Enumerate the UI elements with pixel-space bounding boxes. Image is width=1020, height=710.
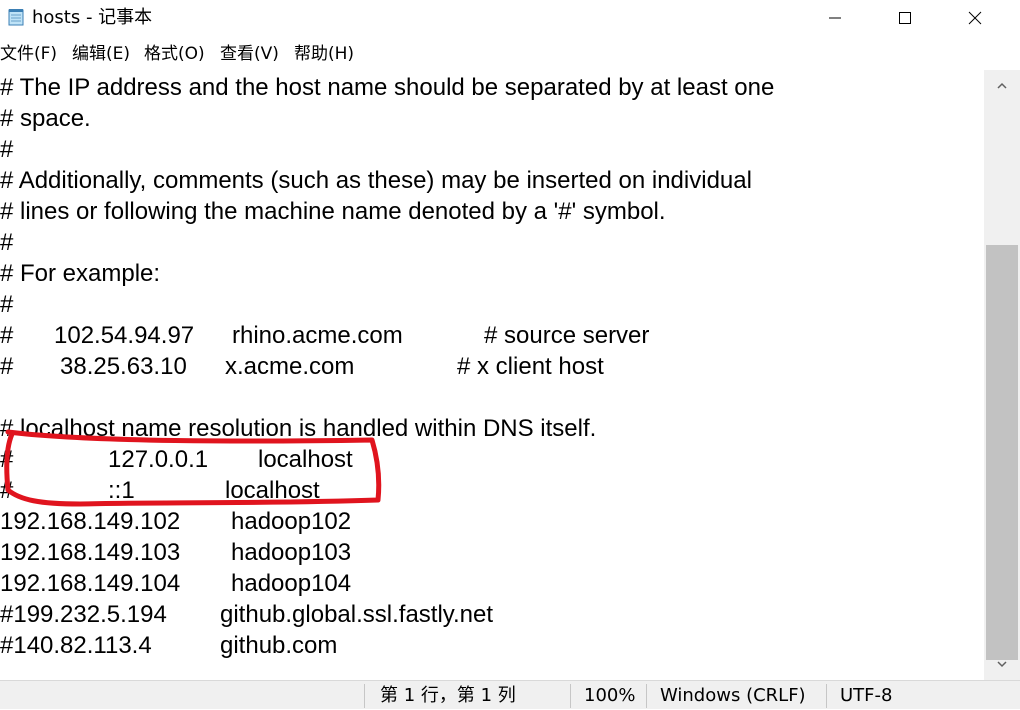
menu-format[interactable]: 格式(O) (144, 40, 205, 68)
editor-line: # The IP address and the host name shoul… (0, 72, 774, 103)
editor-line: # 38.25.63.10 x.acme.com # x client host (0, 351, 604, 382)
chevron-down-icon (997, 661, 1007, 668)
chevron-up-icon (997, 82, 1007, 89)
vertical-scrollbar[interactable] (984, 70, 1020, 680)
editor-line: # lines or following the machine name de… (0, 196, 666, 227)
line-text: hadoop104 (231, 570, 352, 597)
scroll-up-button[interactable] (984, 70, 1020, 102)
menu-help[interactable]: 帮助(H) (294, 40, 354, 68)
line-text: # Additionally, comments (such as these)… (0, 167, 752, 194)
window-title: hosts - 记事本 (32, 7, 153, 28)
line-text: hadoop103 (231, 539, 352, 566)
status-divider (364, 684, 365, 708)
scroll-thumb[interactable] (986, 245, 1018, 660)
status-bar: 第 1 行，第 1 列 100% Windows (CRLF) UTF-8 (0, 680, 1020, 709)
line-text: 102.54.94.97 (54, 322, 195, 349)
line-text: # (0, 322, 14, 349)
line-text: #140.82.113.4 (0, 632, 152, 659)
line-text: # The IP address and the host name shoul… (0, 74, 775, 101)
annotation-highlight (4, 429, 382, 507)
status-divider (826, 684, 827, 708)
menu-view[interactable]: 查看(V) (220, 40, 279, 68)
zoom-level: 100% (584, 685, 636, 706)
editor-line: # space. (0, 103, 91, 134)
encoding: UTF-8 (840, 685, 893, 706)
scroll-down-button[interactable] (984, 648, 1020, 680)
menu-file[interactable]: 文件(F) (0, 40, 57, 68)
editor-line: # (0, 227, 27, 258)
line-text: 192.168.149.104 (0, 570, 181, 597)
line-text: # For example: (0, 260, 161, 287)
line-text: github.global.ssl.fastly.net (220, 601, 494, 628)
text-editor[interactable]: # The IP address and the host name shoul… (0, 70, 984, 680)
line-text: github.com (220, 632, 338, 659)
editor-line: # For example: (0, 258, 160, 289)
editor-line: #199.232.5.194 github.global.ssl.fastly.… (0, 599, 493, 630)
line-text: 192.168.149.103 (0, 539, 181, 566)
line-text: 38.25.63.10 (60, 353, 187, 380)
maximize-button[interactable] (870, 0, 940, 36)
cursor-position: 第 1 行，第 1 列 (380, 685, 516, 706)
editor-line: # Additionally, comments (such as these)… (0, 165, 752, 196)
status-divider (570, 684, 571, 708)
close-button[interactable] (940, 0, 1010, 36)
notepad-icon (8, 9, 24, 26)
editor-line: # 102.54.94.97 rhino.acme.com # source s… (0, 320, 649, 351)
maximize-icon (899, 12, 911, 24)
editor-line: # (0, 134, 27, 165)
status-divider (646, 684, 647, 708)
menu-edit[interactable]: 编辑(E) (72, 40, 130, 68)
editor-line: # (0, 289, 27, 320)
line-text: # x client host (457, 353, 604, 380)
line-text: # space. (0, 105, 91, 132)
line-text: # (0, 136, 14, 163)
editor-line: 192.168.149.104 hadoop104 (0, 568, 351, 599)
minimize-button[interactable] (800, 0, 870, 36)
minimize-icon (829, 17, 841, 19)
editor-line: #140.82.113.4 github.com (0, 630, 337, 661)
line-text: # source server (484, 322, 650, 349)
line-text: # (0, 353, 14, 380)
line-text: # (0, 291, 14, 318)
line-ending: Windows (CRLF) (660, 685, 806, 706)
close-icon (968, 11, 982, 25)
title-bar: hosts - 记事本 (0, 0, 1020, 36)
menu-bar: 文件(F) 编辑(E) 格式(O) 查看(V) 帮助(H) (0, 40, 1020, 68)
line-text: # lines or following the machine name de… (0, 198, 666, 225)
line-text: #199.232.5.194 (0, 601, 167, 628)
editor-line: 192.168.149.103 hadoop103 (0, 537, 351, 568)
line-text: rhino.acme.com (232, 322, 403, 349)
line-text: # (0, 229, 14, 256)
line-text: x.acme.com (225, 353, 355, 380)
